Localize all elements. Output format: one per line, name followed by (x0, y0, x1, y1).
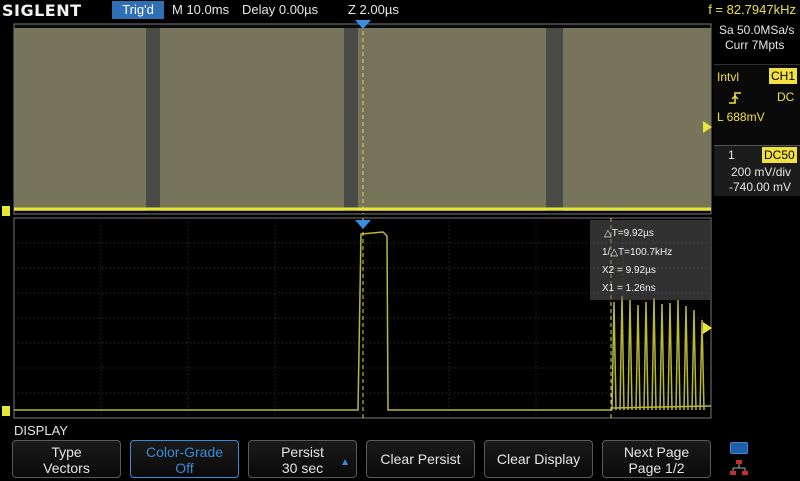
sample-rate-readout: Sa 50.0MSa/s (719, 23, 795, 37)
vertical-offset-readout: -740.00 mV (729, 180, 792, 194)
trigger-coupling-label: DC (777, 90, 795, 104)
channel1-ground-marker[interactable] (2, 206, 10, 216)
softkey-label: Clear Display (496, 451, 581, 467)
status-bar: SIGLENT Trig'd M 10.0ms Delay 0.00µs Z 2… (0, 0, 800, 20)
zoom-readout: Z 2.00µs (348, 2, 399, 17)
frequency-readout: f = 82.7947kHz (708, 2, 796, 17)
clear-display-softkey[interactable]: Clear Display (484, 440, 593, 478)
trigger-info[interactable]: Intvl CH1 DC L 688mV (714, 64, 800, 145)
vertical-scale-readout: 200 mV/div (731, 165, 792, 179)
softkey-label: Type (51, 444, 82, 460)
persist-softkey[interactable]: Persist 30 sec ▲ (248, 440, 357, 478)
channel1-info[interactable]: 1 DC50 200 mV/div -740.00 mV (714, 145, 800, 196)
channel-number-label: 1 (728, 148, 735, 162)
trigger-mode-label: Intvl (717, 70, 740, 84)
softkey-value: Vectors (43, 460, 90, 476)
softkey-value: Off (175, 460, 194, 476)
next-page-softkey[interactable]: Next Page Page 1/2 (602, 440, 711, 478)
trigger-level-readout: L 688mV (717, 110, 765, 124)
delay-readout: Delay 0.00µs (242, 2, 319, 17)
right-info-panel: Sa 50.0MSa/s Curr 7Mpts Intvl CH1 DC L 6… (714, 20, 800, 420)
acquisition-info: Sa 50.0MSa/s Curr 7Mpts (714, 20, 800, 56)
adjust-knob-icon: ▲ (340, 457, 350, 468)
memory-depth-readout: Curr 7Mpts (725, 38, 785, 52)
waveform-display[interactable]: △T=9.92µs 1/△T=100.7kHz X2 = 9.92µs X1 =… (0, 20, 714, 420)
timebase-readout: M 10.0ms (172, 2, 230, 17)
trigger-source-badge: CH1 (769, 68, 798, 84)
trigger-status-badge: Trig'd (112, 1, 164, 19)
inverse-delta-t-readout: 1/△T=100.7kHz (602, 247, 673, 258)
cursor-readout-box: △T=9.92µs 1/△T=100.7kHz X2 = 9.92µs X1 =… (590, 220, 710, 300)
menu-title: DISPLAY (14, 423, 68, 438)
clear-persist-softkey[interactable]: Clear Persist (366, 440, 475, 478)
delta-t-readout: △T=9.92µs (604, 228, 654, 239)
brand-logo: SIGLENT (2, 1, 82, 20)
type-softkey[interactable]: Type Vectors (12, 440, 121, 478)
softkey-label: Clear Persist (380, 451, 461, 467)
network-icon (730, 460, 748, 481)
softkey-label: Color-Grade (145, 444, 224, 460)
battery-icon (730, 442, 748, 454)
color-grade-softkey[interactable]: Color-Grade Off (130, 440, 239, 478)
channel1-zoom-ground-marker[interactable] (2, 406, 10, 416)
channel-coupling-badge: DC50 (762, 147, 797, 163)
softkey-value: Page 1/2 (628, 460, 685, 476)
softkey-label: Next Page (623, 444, 690, 460)
rising-edge-icon (728, 91, 742, 105)
x2-readout: X2 = 9.92µs (602, 265, 656, 276)
x1-readout: X1 = 1.26ns (602, 283, 656, 294)
